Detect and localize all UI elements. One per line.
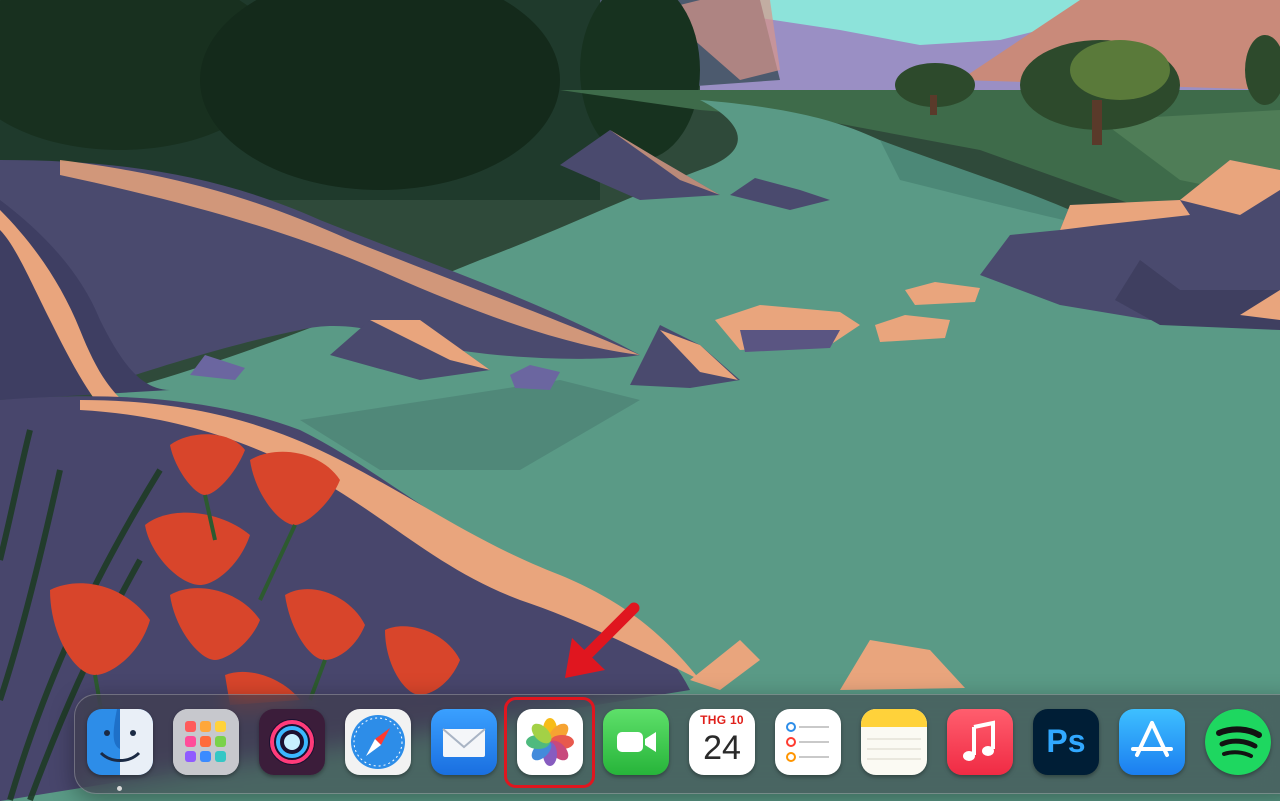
spotify-icon[interactable] [1205, 709, 1271, 775]
safari-icon[interactable] [345, 709, 411, 775]
music-icon[interactable] [947, 709, 1013, 775]
siri-icon[interactable] [259, 709, 325, 775]
finder-icon[interactable] [87, 709, 153, 775]
dock: THG 10 24 Ps [74, 694, 1280, 794]
calendar-icon[interactable]: THG 10 24 [689, 709, 755, 775]
calendar-month: THG 10 [700, 713, 744, 727]
calendar-day: 24 [703, 729, 741, 767]
reminders-icon[interactable] [775, 709, 841, 775]
facetime-icon[interactable] [603, 709, 669, 775]
photos-highlight-box [504, 697, 595, 788]
photoshop-icon[interactable]: Ps [1033, 709, 1099, 775]
app-store-icon[interactable] [1119, 709, 1185, 775]
annotation-arrow-icon [565, 602, 640, 678]
mail-icon[interactable] [431, 709, 497, 775]
notes-icon[interactable] [861, 709, 927, 775]
launchpad-icon[interactable] [173, 709, 239, 775]
photoshop-label: Ps [1046, 723, 1086, 759]
finder-running-indicator [117, 786, 122, 791]
